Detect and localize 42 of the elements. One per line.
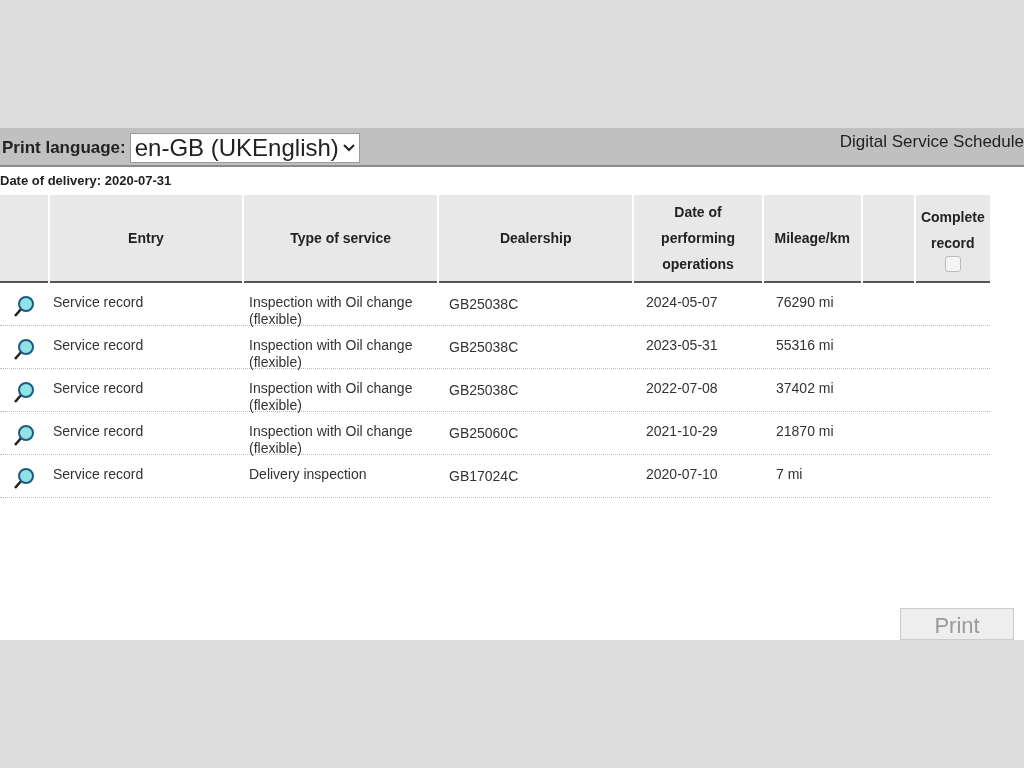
print-language-label: Print language: [1,137,126,160]
table-cell: Service record [53,466,144,482]
column-header: Date of performing operations [634,195,762,283]
table-cell: GB25060C [449,425,519,441]
table-cell: 55316 mi [776,337,834,353]
checkbox[interactable] [944,256,961,272]
column-header: Type of service [244,195,437,283]
magnifier-icon[interactable] [12,380,36,404]
table-cell: GB25038C [449,339,519,355]
table-cell: 2023-05-31 [646,337,718,353]
table-cell: Service record [53,294,144,310]
magnifier-icon[interactable] [12,423,36,447]
table-cell: Inspection with Oil change (flexible) [249,294,413,327]
column-header: Complete record [915,195,990,283]
table-cell: 7 mi [776,466,803,482]
table-cell: Delivery inspection [249,466,367,482]
table-cell: Inspection with Oil change (flexible) [249,423,413,456]
delivery-date: Date of delivery: 2020-07-31 [0,172,173,190]
column-header: Dealership [438,195,633,283]
table-cell: 2021-10-29 [646,423,718,439]
chevron-down-icon [342,144,355,152]
table-cell: GB25038C [449,296,519,312]
table-cell: 2022-07-08 [646,380,718,396]
table-cell: 2024-05-07 [646,294,718,310]
table-cell: Inspection with Oil change (flexible) [249,380,413,413]
table-cell: 37402 mi [776,380,834,396]
magnifier-icon[interactable] [12,294,36,318]
page-title: Digital Service Schedule [839,131,1024,153]
table-cell: 2020-07-10 [646,466,718,482]
column-header: Entry [49,195,243,283]
table-cell: Service record [53,423,144,439]
table-cell: Service record [53,380,144,396]
language-select[interactable]: en-GB (UKEnglish) [129,133,360,163]
table-cell: GB17024C [449,468,519,484]
table-cell: Inspection with Oil change (flexible) [249,337,413,370]
table-cell: Service record [53,337,144,353]
column-header: Mileage/km [763,195,861,283]
table-cell: 21870 mi [776,423,834,439]
table-cell: 76290 mi [776,294,834,310]
table-cell: GB25038C [449,382,519,398]
magnifier-icon[interactable] [12,337,36,361]
magnifier-icon[interactable] [12,466,36,490]
